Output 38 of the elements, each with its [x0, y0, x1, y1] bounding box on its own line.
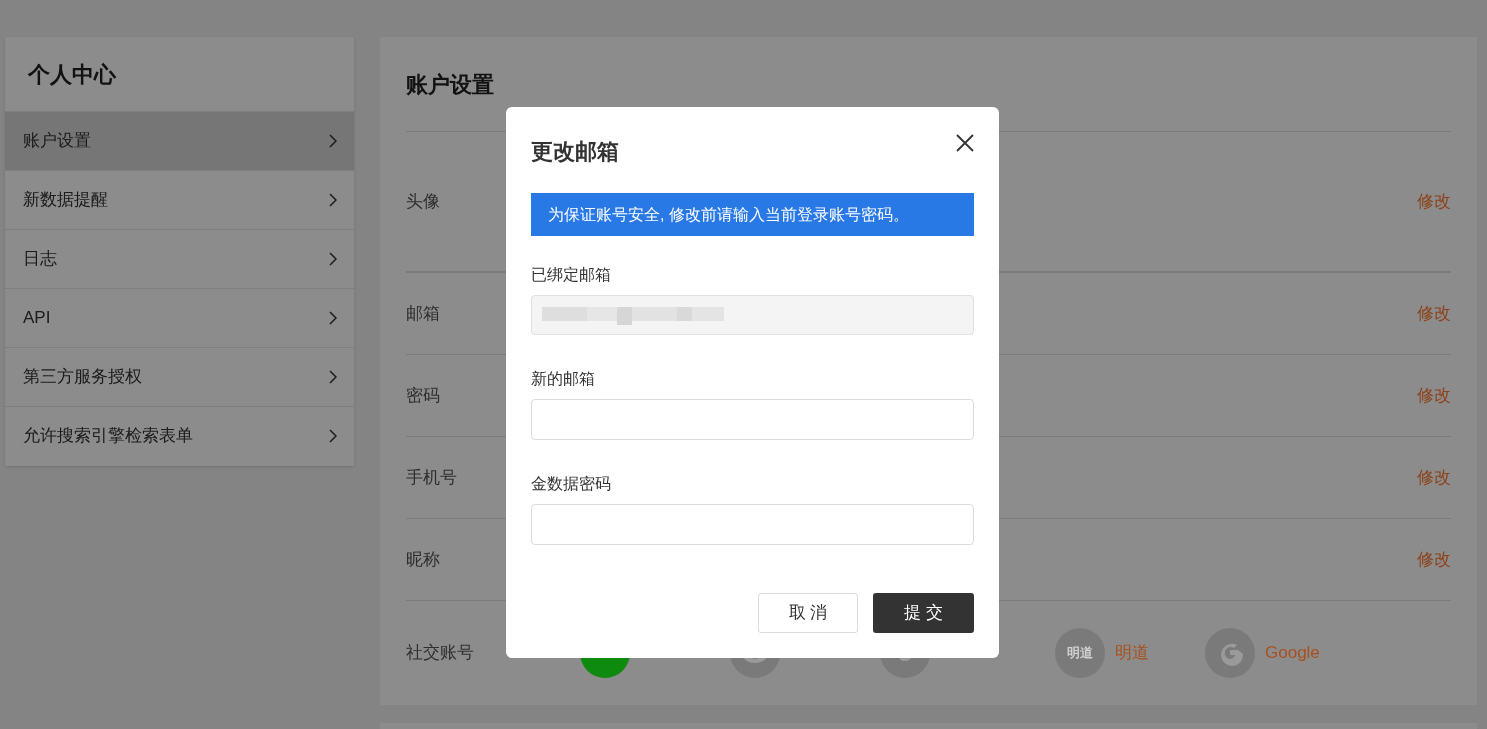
- account-icon[interactable]: 明道: [1055, 628, 1105, 678]
- field-label: 密码: [406, 384, 440, 407]
- chevron-right-icon: [329, 429, 337, 443]
- field-label: 社交账号: [406, 642, 475, 665]
- field-label: 已绑定邮箱: [531, 265, 612, 285]
- dialog-title: 更改邮箱: [531, 137, 619, 166]
- field-label: 新的邮箱: [531, 369, 596, 389]
- panel-title: 账户设置: [406, 70, 494, 99]
- edit-link[interactable]: 修改: [1417, 382, 1451, 409]
- close-button[interactable]: [954, 132, 976, 154]
- input-field[interactable]: [531, 399, 974, 440]
- chevron-right-icon: [329, 193, 337, 207]
- chevron-right-icon: [329, 311, 337, 325]
- field-label: 昵称: [406, 548, 440, 571]
- input-field[interactable]: [531, 504, 974, 545]
- sidebar-title: 个人中心: [28, 60, 116, 89]
- field-label: 头像: [406, 190, 440, 213]
- field-label: 金数据密码: [531, 474, 612, 494]
- g-letter-icon[interactable]: [1205, 628, 1255, 678]
- cancel-button[interactable]: 取 消: [758, 593, 858, 633]
- edit-link[interactable]: 修改: [1417, 464, 1451, 491]
- sidebar-item[interactable]: 账户设置: [5, 111, 354, 170]
- sidebar-item[interactable]: 第三方服务授权: [5, 347, 354, 406]
- notice-banner: 为保证账号安全, 修改前请输入当前登录账号密码。: [531, 193, 974, 236]
- sidebar-item[interactable]: 允许搜索引擎检索表单: [5, 406, 354, 465]
- submit-button[interactable]: 提 交: [873, 593, 974, 633]
- sidebar-item[interactable]: 新数据提醒: [5, 170, 354, 229]
- field-label: 邮箱: [406, 302, 440, 325]
- sidebar-item[interactable]: 日志: [5, 229, 354, 288]
- sidebar-item[interactable]: API: [5, 288, 354, 347]
- chevron-right-icon: [329, 252, 337, 266]
- chevron-right-icon: [329, 134, 337, 148]
- close-icon: [956, 134, 974, 152]
- edit-link[interactable]: 修改: [1417, 546, 1451, 573]
- chevron-right-icon: [329, 370, 337, 384]
- edit-link[interactable]: 修改: [1417, 300, 1451, 327]
- edit-link[interactable]: 修改: [1417, 188, 1451, 215]
- field-label: 手机号: [406, 466, 457, 489]
